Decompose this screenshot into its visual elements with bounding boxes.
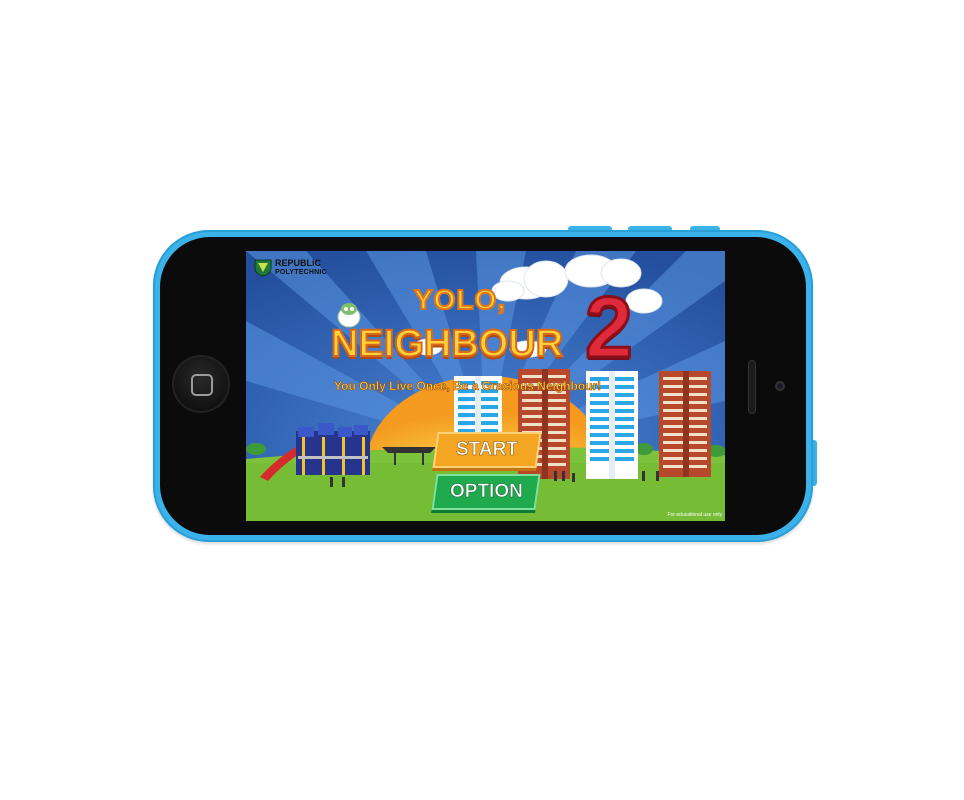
game-tagline: You Only Live Once, Be a Gracious Neighb… bbox=[334, 379, 602, 394]
republic-polytechnic-logo: REPUBLiC POLYTECHNIC bbox=[254, 259, 327, 277]
start-button[interactable]: START bbox=[432, 432, 542, 468]
start-button-label: START bbox=[456, 439, 518, 461]
home-square-icon bbox=[191, 374, 213, 396]
shield-logo-icon bbox=[254, 259, 272, 277]
game-screen: REPUBLiC POLYTECHNIC YOLO, NEIGHBOUR 2 Y… bbox=[246, 251, 725, 521]
option-button[interactable]: OPTION bbox=[431, 474, 541, 510]
front-camera bbox=[775, 381, 785, 391]
home-button[interactable] bbox=[172, 355, 230, 413]
game-title-line-2: NEIGHBOUR bbox=[330, 322, 564, 366]
option-button-label: OPTION bbox=[449, 481, 523, 503]
educational-use-note: For educational use only bbox=[667, 512, 722, 518]
hdb-block-red-2 bbox=[659, 371, 711, 477]
logo-line-1: REPUBLiC bbox=[275, 258, 322, 268]
logo-line-2: POLYTECHNIC bbox=[275, 269, 327, 276]
earpiece-speaker bbox=[748, 360, 756, 414]
game-title-number: 2 bbox=[584, 279, 635, 378]
game-title-line-1: YOLO, bbox=[413, 283, 507, 316]
